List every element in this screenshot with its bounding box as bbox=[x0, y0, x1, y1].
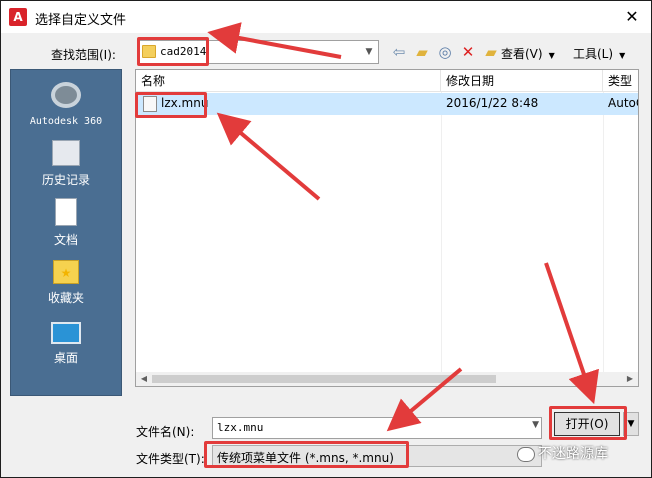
place-desktop[interactable]: 桌面 bbox=[11, 322, 121, 366]
filetype-value: 传统项菜单文件 (*.mns, *.mnu) bbox=[217, 451, 394, 465]
horizontal-scrollbar[interactable]: ◀ ▶ bbox=[136, 372, 638, 386]
lookin-label: 查找范围(I): bbox=[51, 48, 116, 62]
place-label: Autodesk 360 bbox=[29, 116, 103, 127]
scrollbar-thumb[interactable] bbox=[152, 375, 496, 383]
search-web-icon[interactable]: ◎ bbox=[435, 41, 455, 63]
place-label: 桌面 bbox=[53, 351, 78, 365]
open-dropdown-button[interactable]: ▼ bbox=[623, 412, 639, 436]
place-autodesk-360[interactable]: Autodesk 360 bbox=[11, 82, 121, 127]
places-bar: Autodesk 360 历史记录 文档 ★ 收藏夹 桌面 bbox=[10, 69, 122, 396]
column-header-date[interactable]: 修改日期 bbox=[441, 70, 603, 92]
autodesk-360-icon bbox=[51, 82, 81, 108]
filename-label: 文件名(N): bbox=[136, 425, 195, 439]
place-favorites[interactable]: ★ 收藏夹 bbox=[11, 260, 121, 306]
filename-value: lzx.mnu bbox=[217, 421, 264, 434]
lookin-dropdown[interactable]: cad2014 ▼ bbox=[137, 40, 379, 64]
filetype-label: 文件类型(T): bbox=[136, 452, 205, 466]
scroll-left-icon[interactable]: ◀ bbox=[138, 372, 150, 386]
chevron-down-icon: ▼ bbox=[619, 51, 626, 60]
sort-ascending-icon: ^ bbox=[284, 69, 292, 76]
column-divider bbox=[441, 92, 442, 372]
view-menu-label: 查看(V) bbox=[501, 47, 543, 61]
column-header-type[interactable]: 类型 bbox=[603, 70, 638, 92]
autocad-app-icon: A bbox=[9, 8, 27, 26]
place-label: 收藏夹 bbox=[47, 291, 84, 305]
file-list[interactable]: 名称 修改日期 类型 ^ lzx.mnu 2016/1/22 8:48 Auto… bbox=[135, 69, 639, 387]
filename-input[interactable]: lzx.mnu ▼ bbox=[212, 417, 542, 439]
title-bar: A 选择自定义文件 ✕ bbox=[1, 1, 651, 33]
tools-menu-label: 工具(L) bbox=[573, 47, 614, 61]
column-header-row: 名称 修改日期 类型 ^ bbox=[136, 70, 638, 92]
chevron-down-icon[interactable]: ▼ bbox=[362, 44, 376, 60]
place-label: 历史记录 bbox=[41, 173, 90, 187]
scroll-right-icon[interactable]: ▶ bbox=[624, 372, 636, 386]
back-icon[interactable]: ⇦ bbox=[389, 41, 409, 63]
chevron-down-icon: ▼ bbox=[548, 51, 555, 60]
menu-file-icon bbox=[143, 96, 157, 112]
documents-icon bbox=[55, 198, 77, 226]
file-date: 2016/1/22 8:48 bbox=[446, 96, 539, 110]
folder-icon bbox=[142, 45, 156, 58]
open-button[interactable]: 打开(O) bbox=[554, 412, 620, 436]
watermark-text: 不迷路源库 bbox=[538, 446, 608, 462]
new-folder-icon[interactable]: ▰ bbox=[481, 41, 501, 63]
favorites-icon: ★ bbox=[53, 260, 79, 284]
file-name: lzx.mnu bbox=[161, 96, 209, 110]
place-label: 文档 bbox=[53, 233, 78, 247]
place-documents[interactable]: 文档 bbox=[11, 198, 121, 248]
view-menu[interactable]: 查看(V) ▼ bbox=[501, 45, 555, 62]
up-folder-icon[interactable]: ▰ bbox=[412, 41, 432, 63]
chevron-down-icon[interactable]: ▼ bbox=[532, 420, 539, 430]
file-type: AutoC bbox=[608, 96, 638, 110]
select-custom-file-dialog: A 选择自定义文件 ✕ 查找范围(I): cad2014 ▼ ⇦ ▰ ◎ ✕ ▰… bbox=[0, 0, 652, 478]
close-button[interactable]: ✕ bbox=[621, 6, 643, 28]
toolbar: ⇦ ▰ ◎ ✕ ▰ bbox=[389, 41, 501, 63]
history-icon bbox=[52, 140, 80, 166]
file-row[interactable]: lzx.mnu 2016/1/22 8:48 AutoC bbox=[136, 93, 638, 115]
filetype-dropdown[interactable]: 传统项菜单文件 (*.mns, *.mnu) bbox=[212, 445, 542, 467]
watermark: 不迷路源库 bbox=[517, 443, 608, 463]
wechat-icon bbox=[517, 446, 535, 462]
desktop-icon bbox=[51, 322, 81, 344]
place-history[interactable]: 历史记录 bbox=[11, 140, 121, 188]
column-divider bbox=[603, 92, 604, 372]
delete-icon[interactable]: ✕ bbox=[458, 41, 478, 63]
lookin-value: cad2014 bbox=[160, 45, 207, 58]
window-title: 选择自定义文件 bbox=[35, 13, 127, 28]
tools-menu[interactable]: 工具(L) ▼ bbox=[573, 45, 625, 62]
